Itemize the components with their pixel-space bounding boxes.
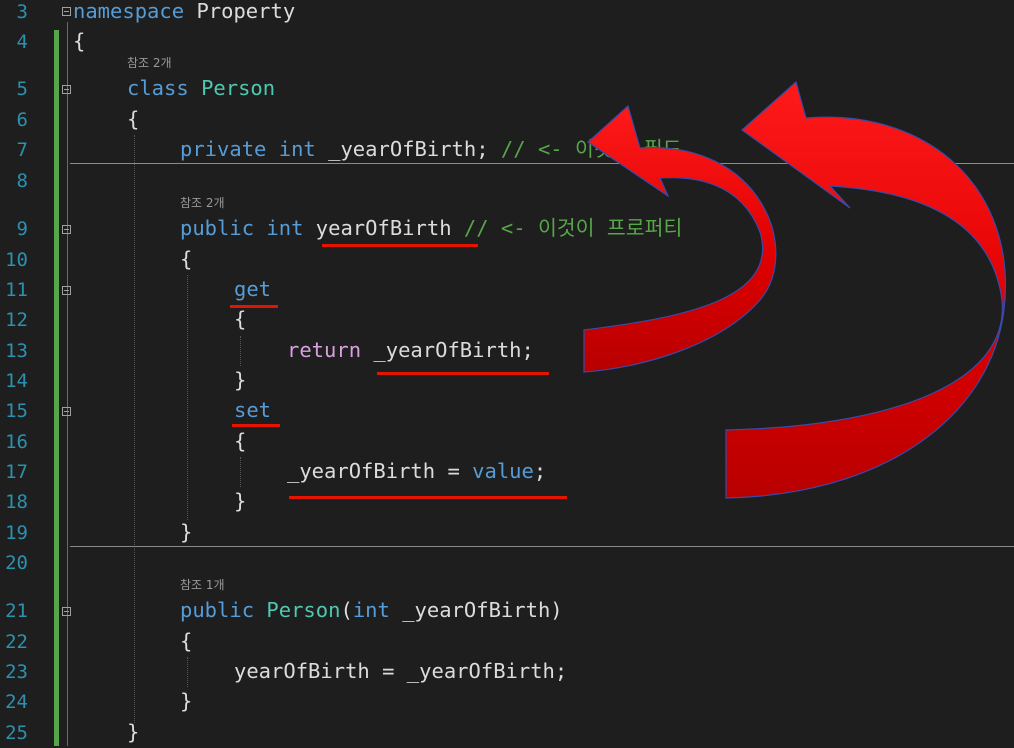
red-curved-arrow-large bbox=[725, 80, 1006, 499]
red-curved-arrow-small bbox=[583, 104, 777, 373]
arrow-overlay bbox=[583, 80, 1006, 499]
code-editor[interactable]: 3 4 5 6 7 8 9 10 11 12 13 14 15 16 17 18… bbox=[0, 0, 1014, 746]
